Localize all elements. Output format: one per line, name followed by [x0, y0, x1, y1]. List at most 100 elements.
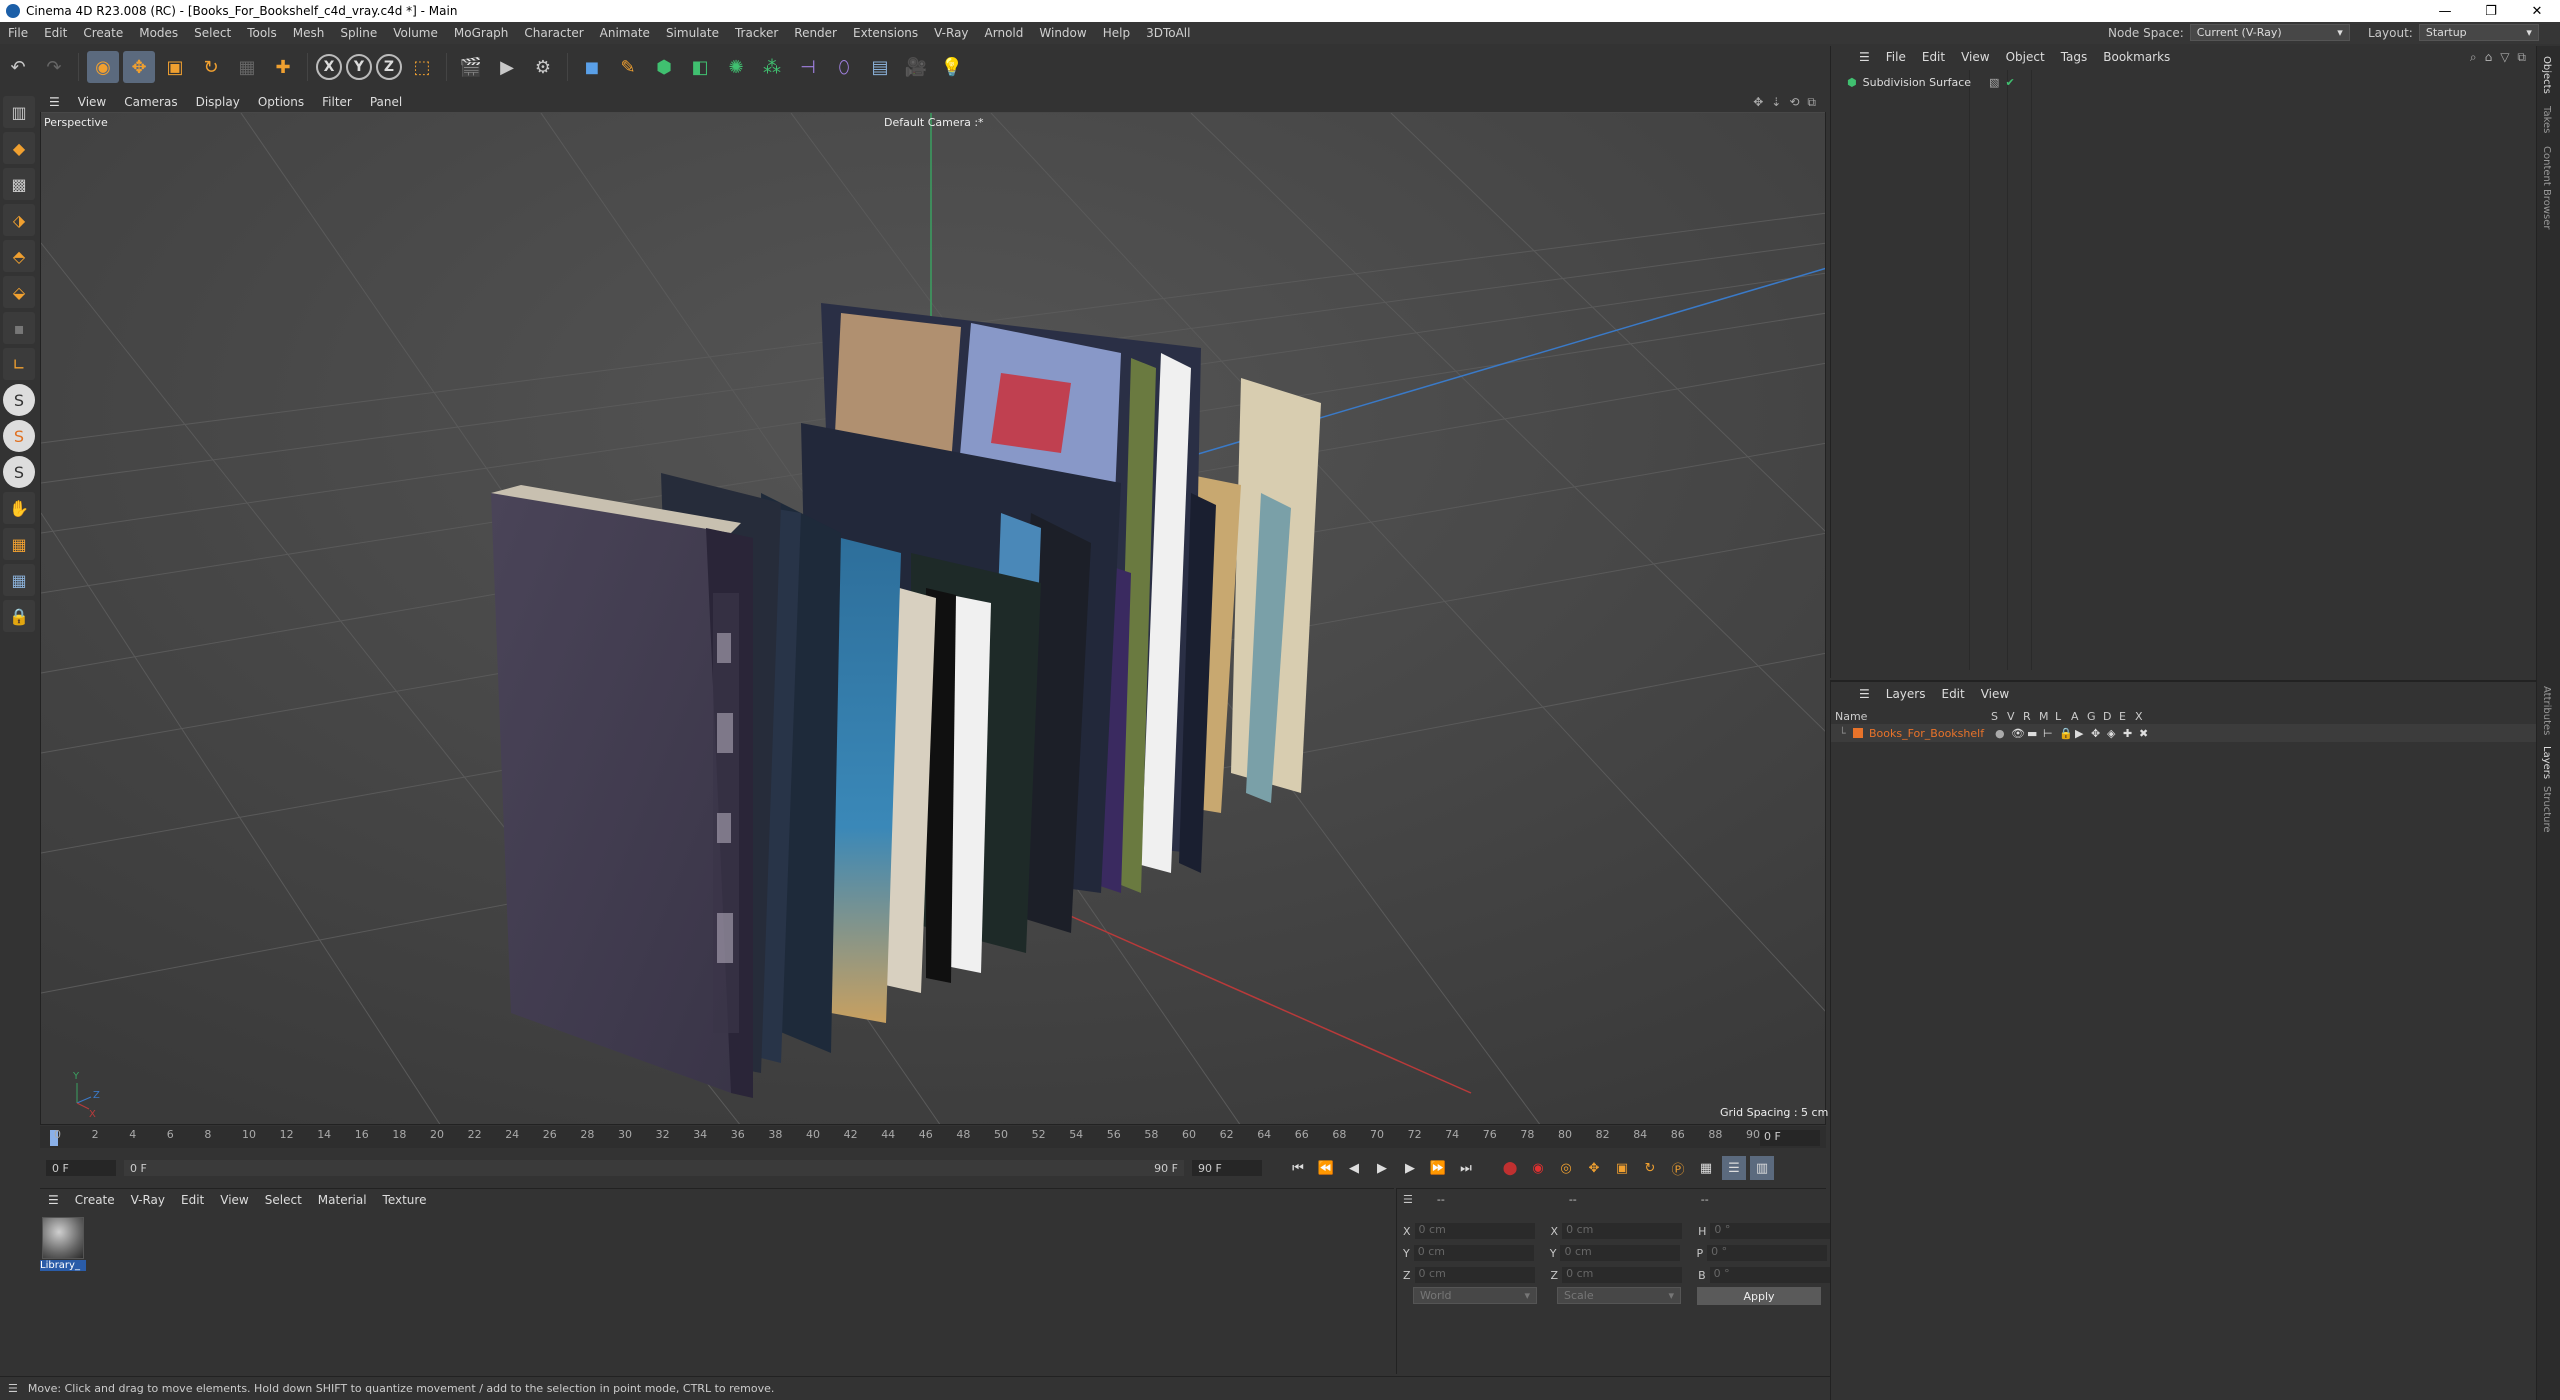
solo-icon[interactable]: ● — [1995, 727, 2011, 740]
key-rotation-icon[interactable]: ↻ — [1638, 1156, 1662, 1180]
layer-row[interactable]: └ Books_For_Bookshelf ● 👁 ▬ ⊢ 🔒 ▶ ✥ ◈ ✚ … — [1831, 724, 2537, 742]
size-y-field[interactable]: 0 cm — [1560, 1245, 1681, 1261]
end-frame-field[interactable]: 90 F — [1192, 1160, 1262, 1176]
menu-simulate[interactable]: Simulate — [658, 26, 727, 40]
points-mode-icon[interactable]: ⬗ — [3, 204, 35, 236]
next-key-icon[interactable]: ⏩ — [1426, 1156, 1450, 1180]
menu-render[interactable]: Render — [786, 26, 845, 40]
animation-icon[interactable]: ▶ — [2075, 727, 2091, 740]
tab-takes[interactable]: Takes — [2541, 106, 2552, 133]
deformer-icon[interactable]: ⬯ — [828, 51, 860, 83]
extrude-icon[interactable]: ◧ — [684, 51, 716, 83]
viewport-menu-options[interactable]: Options — [249, 95, 313, 109]
position-x-field[interactable]: 0 cm — [1414, 1223, 1535, 1239]
node-space-dropdown[interactable]: Current (V-Ray) ▾ — [2189, 24, 2350, 41]
material-menu-vray[interactable]: V-Ray — [123, 1193, 173, 1207]
hamburger-icon[interactable]: ☰ — [40, 1193, 67, 1207]
live-selection-icon[interactable]: ◉ — [87, 51, 119, 83]
magnet-icon[interactable]: ✋ — [3, 492, 35, 524]
tab-objects[interactable]: Objects — [2541, 56, 2552, 94]
deformers-icon[interactable]: ◈ — [2107, 727, 2123, 740]
key-scale-icon[interactable]: ▣ — [1610, 1156, 1634, 1180]
viewport-menu-panel[interactable]: Panel — [361, 95, 411, 109]
3d-viewport[interactable]: Y Z X — [40, 92, 1826, 1125]
material-menu-view[interactable]: View — [212, 1193, 256, 1207]
grid-icon[interactable]: ▦ — [3, 528, 35, 560]
key-position-icon[interactable]: ✥ — [1582, 1156, 1606, 1180]
search-icon[interactable]: ⌕ — [2470, 50, 2477, 65]
menu-character[interactable]: Character — [516, 26, 591, 40]
rotation-b-field[interactable]: 0 ° — [1709, 1267, 1830, 1283]
menu-spline[interactable]: Spline — [332, 26, 385, 40]
coordinate-space-dropdown[interactable]: World ▾ — [1413, 1287, 1537, 1304]
menu-modes[interactable]: Modes — [131, 26, 186, 40]
polygons-mode-icon[interactable]: ⬙ — [3, 276, 35, 308]
viewport-menu-cameras[interactable]: Cameras — [115, 95, 186, 109]
pan-icon[interactable]: ✥ — [1753, 95, 1763, 110]
menu-vray[interactable]: V-Ray — [926, 26, 976, 40]
object-menu-object[interactable]: Object — [1998, 50, 2053, 64]
edges-mode-icon[interactable]: ⬘ — [3, 240, 35, 272]
previous-key-icon[interactable]: ⏪ — [1314, 1156, 1338, 1180]
coordinate-mode-dropdown[interactable]: Scale ▾ — [1557, 1287, 1681, 1304]
menu-tracker[interactable]: Tracker — [727, 26, 786, 40]
tab-layers[interactable]: Layers — [2541, 746, 2552, 779]
record-icon[interactable]: ⬤ — [1498, 1156, 1522, 1180]
object-name[interactable]: Subdivision Surface — [1863, 76, 1971, 89]
apply-button[interactable]: Apply — [1697, 1287, 1821, 1305]
menu-volume[interactable]: Volume — [385, 26, 446, 40]
texture-mode-icon[interactable]: ▩ — [3, 168, 35, 200]
layer-name[interactable]: Books_For_Bookshelf — [1869, 727, 1995, 740]
maximize-view-icon[interactable]: ⧉ — [1807, 95, 1816, 110]
tab-structure[interactable]: Structure — [2541, 786, 2552, 833]
render-region-icon[interactable]: 🎬 — [455, 51, 487, 83]
material-name[interactable]: Library_ — [40, 1260, 86, 1271]
menu-select[interactable]: Select — [186, 26, 239, 40]
render-icon[interactable]: ▬ — [2027, 727, 2043, 740]
material-menu-create[interactable]: Create — [67, 1193, 123, 1207]
menu-animate[interactable]: Animate — [592, 26, 658, 40]
hamburger-icon[interactable]: ☰ — [1851, 50, 1878, 64]
render-settings-icon[interactable]: ⚙ — [527, 51, 559, 83]
go-to-end-icon[interactable]: ⏭ — [1454, 1156, 1478, 1180]
next-frame-icon[interactable]: ▶ — [1398, 1156, 1422, 1180]
size-z-field[interactable]: 0 cm — [1562, 1267, 1683, 1283]
menu-extensions[interactable]: Extensions — [845, 26, 926, 40]
frame-range-slider[interactable]: 0 F 90 F — [124, 1160, 1184, 1176]
generators-icon[interactable]: ✥ — [2091, 727, 2107, 740]
scale-icon[interactable]: ▣ — [159, 51, 191, 83]
dolly-icon[interactable]: ⇣ — [1771, 95, 1781, 110]
lock-icon[interactable]: 🔒 — [3, 600, 35, 632]
menu-tools[interactable]: Tools — [239, 26, 285, 40]
add-icon[interactable]: ✚ — [267, 51, 299, 83]
visibility-icon[interactable]: ▧ — [1989, 76, 1999, 89]
tab-content-browser[interactable]: Content Browser — [2541, 146, 2552, 229]
timeline-ruler[interactable]: 0 2 4 6 8 10 12 14 16 18 20 22 24 26 28 30 32 34 36 38 40 42 4… — [40, 1126, 1826, 1148]
expressions-icon[interactable]: ✚ — [2123, 727, 2139, 740]
key-param-icon[interactable]: Ⓟ — [1666, 1156, 1690, 1180]
rotation-h-field[interactable]: 0 ° — [1710, 1223, 1831, 1239]
view-icon[interactable]: 👁 — [2011, 727, 2027, 740]
y-axis-icon[interactable]: Y — [346, 54, 372, 80]
menu-window[interactable]: Window — [1031, 26, 1094, 40]
coordinate-system-icon[interactable]: ⬚ — [406, 51, 438, 83]
material-menu-select[interactable]: Select — [257, 1193, 310, 1207]
position-z-field[interactable]: 0 cm — [1414, 1267, 1535, 1283]
menu-help[interactable]: Help — [1095, 26, 1138, 40]
filter-icon[interactable]: ▽ — [2500, 50, 2509, 65]
viewport-menu-view[interactable]: View — [69, 95, 115, 109]
floor-icon[interactable]: ▤ — [864, 51, 896, 83]
render-view-icon[interactable]: ▶ — [491, 51, 523, 83]
material-menu-material[interactable]: Material — [310, 1193, 375, 1207]
menu-arnold[interactable]: Arnold — [977, 26, 1032, 40]
cube-icon[interactable]: ◼ — [576, 51, 608, 83]
menu-file[interactable]: File — [0, 26, 36, 40]
tab-attributes[interactable]: Attributes — [2541, 686, 2552, 735]
layer-menu-layers[interactable]: Layers — [1878, 687, 1934, 701]
redo-icon[interactable]: ↷ — [38, 51, 70, 83]
manager-icon[interactable]: ⊢ — [2043, 727, 2059, 740]
object-row[interactable]: ⬢ Subdivision Surface ▧ ✔ — [1847, 76, 2015, 89]
model-mode-icon[interactable]: ◆ — [3, 132, 35, 164]
undo-icon[interactable]: ↶ — [2, 51, 34, 83]
viewport-menu-display[interactable]: Display — [187, 95, 249, 109]
